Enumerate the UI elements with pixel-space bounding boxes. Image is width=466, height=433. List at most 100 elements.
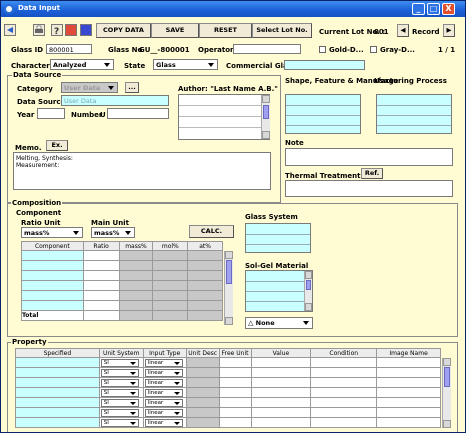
category-more-button[interactable]: ... xyxy=(125,82,139,93)
value-cell[interactable] xyxy=(250,377,312,388)
scroll-up-icon[interactable] xyxy=(262,95,270,103)
unit-system-select[interactable]: SI xyxy=(100,358,139,367)
gold-checkbox[interactable] xyxy=(319,46,326,53)
unit-system-cell[interactable]: SI xyxy=(98,367,144,378)
component-scrollbar[interactable] xyxy=(224,251,233,325)
image-name-cell[interactable] xyxy=(376,397,441,408)
author-list[interactable] xyxy=(178,94,270,140)
property-table[interactable]: Specified Unit System Input Type Unit De… xyxy=(15,348,441,428)
image-name-cell[interactable] xyxy=(376,407,441,418)
input-type-select[interactable]: linear xyxy=(144,378,183,387)
unit-system-cell[interactable]: SI xyxy=(98,377,144,388)
import-icon[interactable] xyxy=(80,24,92,36)
unit-system-select[interactable]: SI xyxy=(100,408,139,417)
gray-checkbox[interactable] xyxy=(370,46,377,53)
scroll-up-icon[interactable] xyxy=(305,271,312,279)
free-unit-cell[interactable] xyxy=(218,397,252,408)
input-type-cell[interactable]: linear xyxy=(142,377,187,388)
table-row[interactable]: SI linear xyxy=(15,387,441,398)
specified-cell[interactable] xyxy=(15,417,100,428)
unit-system-select[interactable]: SI xyxy=(100,418,139,427)
scroll-down-icon[interactable] xyxy=(443,420,451,428)
value-cell[interactable] xyxy=(250,367,312,378)
input-type-cell[interactable]: linear xyxy=(142,397,187,408)
free-unit-cell[interactable] xyxy=(218,357,252,368)
unit-system-cell[interactable]: SI xyxy=(98,417,144,428)
free-unit-cell[interactable] xyxy=(218,377,252,388)
table-row[interactable] xyxy=(21,270,223,281)
solgel-scrollbar[interactable] xyxy=(304,271,312,311)
free-unit-cell[interactable] xyxy=(218,417,252,428)
condition-cell[interactable] xyxy=(310,367,378,378)
input-type-cell[interactable]: linear xyxy=(142,407,187,418)
state-select[interactable]: Glass xyxy=(153,59,218,70)
memo-example-button[interactable]: Ex. xyxy=(46,140,68,151)
maximize-button[interactable]: □ xyxy=(427,3,440,15)
export-icon[interactable] xyxy=(65,24,77,36)
image-name-cell[interactable] xyxy=(376,417,441,428)
table-row[interactable] xyxy=(21,260,223,271)
value-cell[interactable] xyxy=(250,397,312,408)
memo-textarea[interactable]: Melting, Synthesis: Measurement: xyxy=(13,152,271,190)
image-name-cell[interactable] xyxy=(376,377,441,388)
commercial-glass-field[interactable] xyxy=(284,60,365,70)
unit-system-cell[interactable]: SI xyxy=(98,357,144,368)
solgel-list[interactable] xyxy=(245,270,313,312)
calc-button[interactable]: CALC. xyxy=(189,225,234,238)
year-field[interactable] xyxy=(37,108,65,119)
specified-cell[interactable] xyxy=(15,397,100,408)
select-lot-button[interactable]: Select Lot No. xyxy=(252,23,312,38)
table-row[interactable] xyxy=(21,280,223,291)
scroll-up-icon[interactable] xyxy=(225,251,233,259)
table-row[interactable]: SI linear xyxy=(15,417,441,428)
usage-list[interactable] xyxy=(376,94,452,134)
glass-id-field[interactable]: 800001 xyxy=(46,44,92,54)
condition-cell[interactable] xyxy=(310,357,378,368)
table-row[interactable] xyxy=(21,290,223,301)
reset-button[interactable]: RESET xyxy=(199,23,252,38)
condition-cell[interactable] xyxy=(310,417,378,428)
glass-system-list[interactable] xyxy=(245,223,311,253)
input-type-cell[interactable]: linear xyxy=(142,417,187,428)
input-type-cell[interactable]: linear xyxy=(142,387,187,398)
image-name-cell[interactable] xyxy=(376,357,441,368)
value-cell[interactable] xyxy=(250,357,312,368)
save-button[interactable]: SAVE xyxy=(151,23,199,38)
unit-system-cell[interactable]: SI xyxy=(98,407,144,418)
value-cell[interactable] xyxy=(250,387,312,398)
image-name-cell[interactable] xyxy=(376,367,441,378)
table-row[interactable]: SI linear xyxy=(15,357,441,368)
value-cell[interactable] xyxy=(250,417,312,428)
print-icon[interactable] xyxy=(33,24,45,36)
main-unit-select[interactable]: mass% xyxy=(91,227,135,238)
thermal-ref-button[interactable]: Ref. xyxy=(361,168,383,179)
minimize-button[interactable]: _ xyxy=(412,3,425,15)
free-unit-cell[interactable] xyxy=(218,407,252,418)
scroll-thumb[interactable] xyxy=(306,280,311,290)
value-cell[interactable] xyxy=(250,407,312,418)
thermal-treatment-field[interactable] xyxy=(285,180,453,197)
input-type-select[interactable]: linear xyxy=(144,358,183,367)
unit-system-cell[interactable]: SI xyxy=(98,397,144,408)
property-scrollbar[interactable] xyxy=(442,358,451,428)
condition-cell[interactable] xyxy=(310,407,378,418)
help-icon[interactable]: ? xyxy=(51,24,63,37)
specified-cell[interactable] xyxy=(15,387,100,398)
ratio-unit-select[interactable]: mass% xyxy=(21,227,83,238)
input-type-select[interactable]: linear xyxy=(144,408,183,417)
scroll-thumb[interactable] xyxy=(444,367,450,387)
scroll-down-icon[interactable] xyxy=(305,303,312,311)
unit-system-select[interactable]: SI xyxy=(100,398,139,407)
specified-cell[interactable] xyxy=(15,377,100,388)
close-button[interactable]: X xyxy=(442,3,455,15)
none-select[interactable]: △ None xyxy=(245,317,313,329)
image-name-cell[interactable] xyxy=(376,387,441,398)
free-unit-cell[interactable] xyxy=(218,387,252,398)
unit-system-select[interactable]: SI xyxy=(100,368,139,377)
free-unit-cell[interactable] xyxy=(218,367,252,378)
category-select[interactable]: User Data xyxy=(61,82,118,93)
input-type-select[interactable]: linear xyxy=(144,388,183,397)
component-table[interactable]: Component Ratio mass% mol% at% Total xyxy=(21,241,223,321)
author-scrollbar[interactable] xyxy=(261,95,270,139)
back-icon[interactable] xyxy=(4,24,16,36)
